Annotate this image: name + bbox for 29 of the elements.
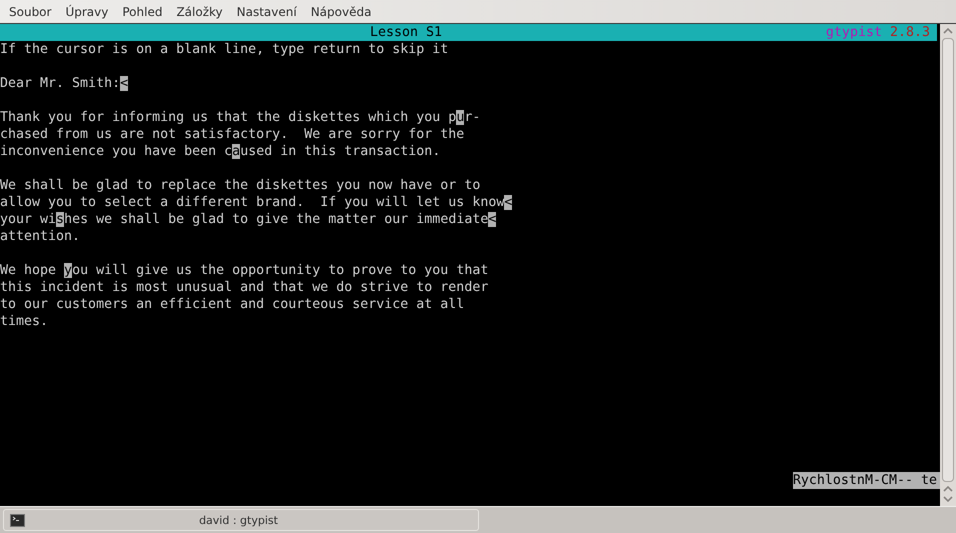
- scroll-thumb[interactable]: [942, 38, 954, 482]
- scrollbar[interactable]: [940, 24, 956, 506]
- menu-item[interactable]: Úpravy: [58, 4, 116, 18]
- menu-item[interactable]: Pohled: [115, 4, 170, 18]
- terminal-line: inconvenience you have been caused in this transaction.: [0, 144, 440, 159]
- menu-item[interactable]: Soubor: [2, 4, 58, 18]
- menu-item[interactable]: Záložky: [169, 4, 230, 18]
- app-name: gtypist: [826, 25, 882, 40]
- terminal-line: chased from us are not satisfactory. We are sorry for the: [0, 127, 464, 142]
- taskbar-button[interactable]: david : gtypist: [3, 509, 479, 531]
- terminal-line: Thank you for informing us that the diskettes which you pu r-: [0, 110, 480, 125]
- terminal-line: We shall be glad to replace the diskettes you now have or to: [0, 178, 480, 193]
- terminal-icon: [10, 514, 25, 526]
- terminal-line: to our customers an efficient and courteous service at all: [0, 297, 464, 312]
- menu-item[interactable]: Nápověda: [304, 4, 378, 18]
- lesson-title: Lesson S1: [370, 25, 442, 40]
- terminal-line: We hope you will give us the opportunity to prove to you that: [0, 263, 488, 278]
- terminal-line: attention.: [0, 229, 80, 244]
- terminal-line: If the cursor is on a blank line, type return to skip it: [0, 42, 448, 57]
- terminal-line: this incident is most unusual and that we do strive to render: [0, 280, 488, 295]
- terminal-line: allow you to select a different brand. If you will let us know<: [0, 195, 512, 210]
- menu-item[interactable]: Nastavení: [230, 4, 304, 18]
- scroll-down-icon[interactable]: [943, 496, 953, 502]
- scroll-up-icon[interactable]: [943, 28, 953, 34]
- terminal-line: times.: [0, 314, 48, 329]
- scroll-up-icon[interactable]: [943, 486, 953, 492]
- terminal-line: Dear Mr. Smith:<: [0, 76, 128, 91]
- terminal-line: your wishes we shall be glad to give the matter our immediate<: [0, 212, 496, 227]
- version-number: 2.8.3: [890, 25, 930, 40]
